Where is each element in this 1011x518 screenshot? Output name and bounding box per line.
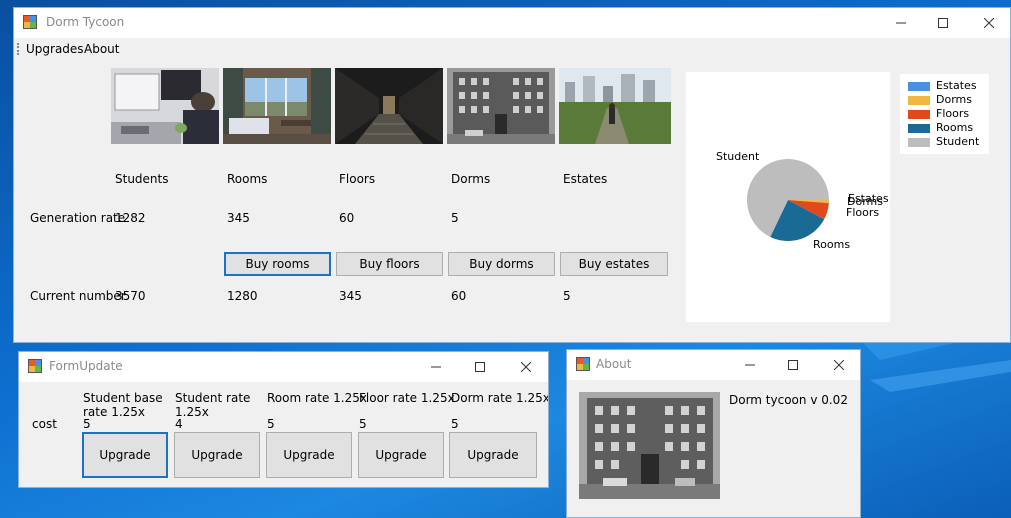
upgrade-cost-floor-rate: 5	[359, 417, 367, 431]
current-number-dorms: 60	[451, 289, 467, 303]
buy-estates-button[interactable]: Buy estates	[560, 252, 668, 276]
buy-rooms-button[interactable]: Buy rooms	[224, 252, 331, 276]
current-number-students: 3570	[115, 289, 146, 303]
menu-grip	[17, 43, 21, 55]
about-window: About Dorm tycoon v 0.02	[566, 349, 861, 518]
close-icon[interactable]	[503, 352, 548, 382]
maximize-icon[interactable]	[770, 350, 816, 380]
upgrade-student-rate-button[interactable]: Upgrade	[174, 432, 260, 478]
buy-floors-button[interactable]: Buy floors	[336, 252, 443, 276]
current-number-label: Current number	[30, 289, 126, 303]
upgrade-label-floor-rate: Floor rate 1.25x	[359, 391, 455, 405]
generation-rate-label: Generation rate	[30, 211, 126, 225]
chart-legend: Estates Dorms Floors Rooms Student	[900, 74, 989, 154]
upgrade-student-base-rate-button[interactable]: Upgrade	[82, 432, 168, 478]
main-titlebar[interactable]: Dorm Tycoon	[14, 8, 1010, 38]
pie-label-rooms: Rooms	[813, 238, 851, 251]
upgrade-cost-student-base-rate: 5	[83, 417, 91, 431]
pie-chart-panel: Student Estates Dorms Floors Rooms	[686, 72, 890, 322]
about-version: Dorm tycoon v 0.02	[729, 393, 848, 407]
column-header-floors: Floors	[339, 172, 376, 186]
upgrade-floor-rate-button[interactable]: Upgrade	[358, 432, 444, 478]
app-icon	[576, 357, 590, 371]
legend-swatch-dorms	[908, 96, 930, 105]
current-number-rooms: 1280	[227, 289, 258, 303]
room-photo	[223, 68, 331, 144]
upgrade-cost-student-rate: 4	[175, 417, 183, 431]
current-number-estates: 5	[563, 289, 571, 303]
menu-about[interactable]: About	[84, 42, 119, 56]
generation-rate-dorms: 5	[451, 211, 459, 225]
form-update-titlebar[interactable]: FormUpdate	[19, 352, 548, 382]
buy-dorms-button[interactable]: Buy dorms	[448, 252, 555, 276]
form-update-title: FormUpdate	[49, 359, 123, 373]
generation-rate-floors: 60	[339, 211, 355, 225]
menu-upgrades[interactable]: Upgrades	[26, 42, 84, 56]
about-title: About	[596, 357, 632, 371]
minimize-icon[interactable]	[413, 352, 459, 382]
app-icon	[23, 15, 37, 29]
dorm-photo	[447, 68, 555, 144]
upgrade-label-student-base-rate: Student base rate 1.25x	[83, 391, 163, 419]
maximize-icon[interactable]	[457, 352, 503, 382]
minimize-icon[interactable]	[727, 350, 773, 380]
cost-label: cost	[32, 417, 57, 431]
legend-label-floors: Floors	[936, 107, 970, 120]
upgrade-label-dorm-rate: Dorm rate 1.25x	[451, 391, 549, 405]
legend-label-dorms: Dorms	[936, 93, 972, 106]
upgrade-label-room-rate: Room rate 1.25x	[267, 391, 367, 405]
current-number-floors: 345	[339, 289, 362, 303]
close-icon[interactable]	[816, 350, 860, 380]
form-update-window: FormUpdate cost Student base rate 1.25x …	[18, 351, 549, 488]
legend-swatch-estates	[908, 82, 930, 91]
menu-bar: Upgrades About	[14, 38, 1010, 60]
student-photo	[111, 68, 219, 144]
column-header-students: Students	[115, 172, 169, 186]
app-icon	[28, 359, 42, 373]
about-dorm-photo	[579, 392, 720, 499]
upgrade-room-rate-button[interactable]: Upgrade	[266, 432, 352, 478]
column-header-estates: Estates	[563, 172, 608, 186]
main-window-title: Dorm Tycoon	[46, 15, 125, 29]
upgrade-cost-room-rate: 5	[267, 417, 275, 431]
legend-swatch-student	[908, 138, 930, 147]
legend-swatch-floors	[908, 110, 930, 119]
estate-photo	[559, 68, 671, 144]
maximize-icon[interactable]	[920, 8, 966, 38]
upgrade-label-student-rate: Student rate 1.25x	[175, 391, 251, 419]
legend-label-estates: Estates	[936, 79, 977, 92]
legend-label-rooms: Rooms	[936, 121, 974, 134]
legend-swatch-rooms	[908, 124, 930, 133]
pie-label-student: Student	[716, 150, 760, 163]
generation-rate-students: 1282	[115, 211, 146, 225]
main-window: Dorm Tycoon Upgrades About Students Room…	[13, 7, 1011, 343]
column-header-rooms: Rooms	[227, 172, 268, 186]
close-icon[interactable]	[966, 8, 1010, 38]
generation-rate-rooms: 345	[227, 211, 250, 225]
column-header-dorms: Dorms	[451, 172, 491, 186]
upgrade-cost-dorm-rate: 5	[451, 417, 459, 431]
upgrade-dorm-rate-button[interactable]: Upgrade	[449, 432, 537, 478]
legend-label-student: Student	[936, 135, 980, 148]
pie-label-floors: Floors	[846, 206, 880, 219]
minimize-icon[interactable]	[878, 8, 924, 38]
floor-photo	[335, 68, 443, 144]
about-titlebar[interactable]: About	[567, 350, 860, 380]
